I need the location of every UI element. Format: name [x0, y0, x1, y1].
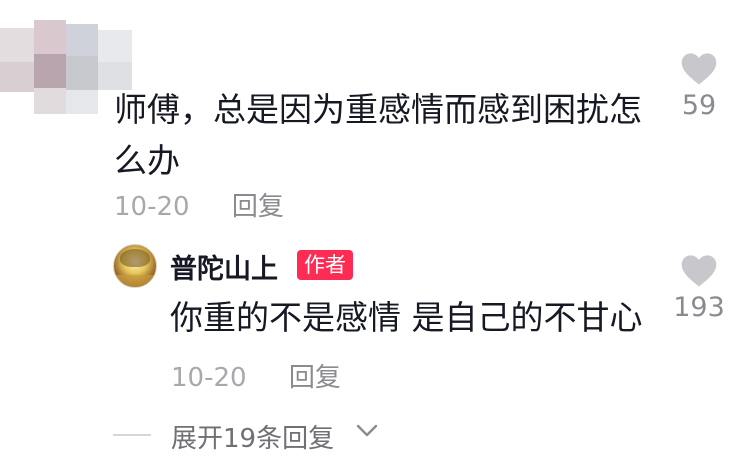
- expand-replies-button[interactable]: 展开19条回复: [171, 418, 334, 455]
- comment-date: 10-20: [114, 192, 190, 222]
- mosaic-tile: [66, 24, 98, 56]
- comment-like-count: 59: [681, 90, 717, 121]
- reply-reply-button[interactable]: 回复: [289, 357, 341, 394]
- reply-avatar[interactable]: [113, 244, 157, 288]
- reply-text: 你重的不是感情 是自己的不甘心: [170, 298, 643, 337]
- author-badge: 作者: [297, 250, 353, 280]
- reply-meta: 10-20 回复: [171, 357, 341, 394]
- reply-author-name[interactable]: 普陀山上: [170, 247, 278, 286]
- mosaic-tile: [0, 62, 34, 92]
- mosaic-tile: [66, 90, 98, 114]
- mosaic-tile: [0, 28, 34, 62]
- reply-like-count: 193: [673, 292, 725, 323]
- avatar-image-detail: [114, 275, 156, 287]
- expand-divider: [113, 434, 151, 436]
- avatar-image-detail: [120, 249, 150, 267]
- comment-reply-button[interactable]: 回复: [232, 186, 284, 223]
- heart-icon: [681, 255, 717, 287]
- comment-meta: 10-20 回复: [114, 186, 284, 223]
- reply-like-button[interactable]: 193: [669, 254, 729, 323]
- mosaic-tile: [66, 56, 98, 90]
- heart-icon: [681, 53, 717, 85]
- comment-text: 师傅，总是因为重感情而感到困扰怎么办: [114, 90, 642, 180]
- mosaic-tile: [98, 30, 132, 62]
- reply-date: 10-20: [171, 363, 247, 393]
- comment-like-button[interactable]: 59: [669, 52, 729, 121]
- mosaic-tile: [34, 88, 66, 114]
- chevron-down-icon[interactable]: [356, 423, 378, 439]
- mosaic-tile: [34, 54, 66, 88]
- mosaic-tile: [34, 20, 66, 54]
